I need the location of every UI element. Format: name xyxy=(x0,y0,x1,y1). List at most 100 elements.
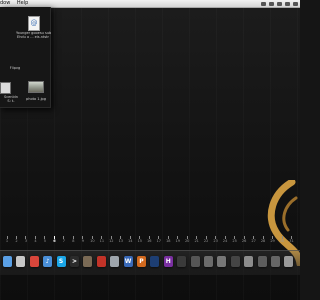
app-c-icon[interactable] xyxy=(257,256,267,267)
clock-icon[interactable] xyxy=(285,1,290,6)
photoshop-icon[interactable] xyxy=(150,256,160,267)
calendar-day[interactable]: 13 xyxy=(117,236,125,243)
trash-icon[interactable] xyxy=(284,256,294,267)
dictionary-icon[interactable] xyxy=(83,256,93,267)
menu-help[interactable]: Help xyxy=(17,0,28,6)
calendar-strip: 1 2 3 4 5 6 7 8 9 10 11 12 13 14 15 16 17 18 19 20 21 22 23 24 2… xyxy=(0,236,300,250)
calendar-day[interactable]: 28 xyxy=(259,236,267,243)
calendar-day[interactable]: 3 xyxy=(22,236,30,243)
wifi-icon[interactable] xyxy=(261,1,266,6)
day-number: 18 xyxy=(165,239,171,243)
calendar-day[interactable]: 26 xyxy=(240,236,248,243)
day-number: 28 xyxy=(260,239,266,243)
file-label[interactable]: Flipvg xyxy=(4,66,26,70)
utility-icon[interactable] xyxy=(204,256,213,267)
calendar-day[interactable]: 27 xyxy=(250,236,258,243)
day-number: 22 xyxy=(203,239,209,243)
day-number: 8 xyxy=(72,239,75,243)
day-number: 15 xyxy=(137,239,142,243)
day-number: 6 xyxy=(53,239,56,243)
day-number: 20 xyxy=(184,239,190,243)
day-number: 2 xyxy=(15,239,18,243)
calendar-day[interactable]: 6 xyxy=(50,236,58,243)
calendar-day[interactable]: 16 xyxy=(145,236,153,243)
calendar-day[interactable]: 30 xyxy=(278,236,286,243)
calendar-day[interactable]: 5 xyxy=(41,236,49,243)
calendar-day[interactable]: 8 xyxy=(69,236,77,243)
calendar-icon[interactable] xyxy=(29,256,39,267)
calendar-day[interactable]: 7 xyxy=(60,236,68,243)
monitor-icon[interactable] xyxy=(177,256,187,267)
mail-icon[interactable] xyxy=(16,256,26,267)
menu-window[interactable]: dow xyxy=(0,0,10,6)
volume-icon[interactable] xyxy=(269,1,274,6)
day-number: 21 xyxy=(194,239,199,243)
day-number: 9 xyxy=(81,239,84,243)
file-label[interactable]: Younger gooesu sub Ehdu o ... eis.ntstr xyxy=(16,31,51,39)
calendar-day[interactable]: 11 xyxy=(98,236,106,243)
photo-icon[interactable] xyxy=(28,81,44,93)
day-number: 23 xyxy=(213,239,218,243)
powerpoint-icon[interactable]: P xyxy=(137,256,146,267)
skype-icon[interactable]: S xyxy=(56,256,66,267)
calendar-day[interactable]: 25 xyxy=(231,236,239,243)
photo-icon[interactable] xyxy=(0,82,11,94)
app-a-icon[interactable] xyxy=(230,256,240,267)
calendar-day[interactable]: 19 xyxy=(174,236,182,243)
word-icon[interactable]: W xyxy=(123,256,133,267)
calendar-day[interactable]: 15 xyxy=(136,236,144,243)
day-number: 30 xyxy=(279,239,285,243)
calendar-day[interactable]: 4 xyxy=(31,236,39,243)
day-number: 7 xyxy=(62,239,65,243)
day-number: 29 xyxy=(270,239,275,243)
document-icon[interactable]: @ xyxy=(28,16,40,31)
calendar-day[interactable]: 12 xyxy=(107,236,115,243)
h-app-icon[interactable]: H xyxy=(163,256,173,267)
calendar-day[interactable]: 20 xyxy=(183,236,191,243)
calendar-day[interactable]: 29 xyxy=(269,236,277,243)
calendar-day[interactable]: 17 xyxy=(155,236,163,243)
day-number: 10 xyxy=(90,239,95,243)
calendar-day[interactable]: 18 xyxy=(164,236,172,243)
day-number: 3 xyxy=(24,239,28,243)
day-number: 27 xyxy=(251,239,256,243)
search-icon[interactable] xyxy=(293,1,298,6)
calendar-day[interactable]: 14 xyxy=(126,236,134,243)
day-number: 24 xyxy=(222,239,228,243)
calendar-day[interactable]: 2 xyxy=(12,236,20,243)
calendar-day[interactable]: 1 xyxy=(3,236,11,243)
day-number: 17 xyxy=(156,239,161,243)
network-icon[interactable] xyxy=(190,256,200,267)
finder-icon[interactable] xyxy=(3,256,12,267)
itunes-icon[interactable]: ♪ xyxy=(43,256,53,267)
day-number: 12 xyxy=(109,239,114,243)
day-number: 25 xyxy=(232,239,237,243)
battery-icon[interactable] xyxy=(277,1,282,6)
calendar-day[interactable]: 31 xyxy=(288,236,296,243)
preview-icon[interactable] xyxy=(110,256,120,267)
calendar-day[interactable]: 21 xyxy=(193,236,201,243)
gear-icon[interactable] xyxy=(217,256,227,267)
red-app-icon[interactable] xyxy=(96,256,106,267)
day-number: 31 xyxy=(289,239,294,243)
file-label[interactable]: ScenIdn S: t- xyxy=(0,95,22,103)
day-number: 13 xyxy=(118,239,124,243)
calendar-day[interactable]: 23 xyxy=(212,236,220,243)
day-number: 26 xyxy=(241,239,247,243)
day-number: 4 xyxy=(34,239,37,243)
calendar-day[interactable]: 9 xyxy=(79,236,87,243)
day-number: 5 xyxy=(43,239,47,243)
calendar-day[interactable]: 24 xyxy=(221,236,229,243)
day-number: 16 xyxy=(147,239,152,243)
day-number: 11 xyxy=(99,239,105,243)
day-number: 1 xyxy=(5,239,9,243)
finder-window: @ Younger gooesu sub Ehdu o ... eis.ntst… xyxy=(0,7,51,108)
terminal-icon[interactable]: > xyxy=(70,256,79,267)
file-label[interactable]: photo 1.jpg xyxy=(24,97,48,101)
day-number: 14 xyxy=(128,239,133,243)
calendar-day[interactable]: 22 xyxy=(202,236,210,243)
day-number: 19 xyxy=(175,239,180,243)
calendar-day[interactable]: 10 xyxy=(88,236,96,243)
app-b-icon[interactable] xyxy=(244,256,254,267)
downloads-icon[interactable] xyxy=(271,256,280,267)
